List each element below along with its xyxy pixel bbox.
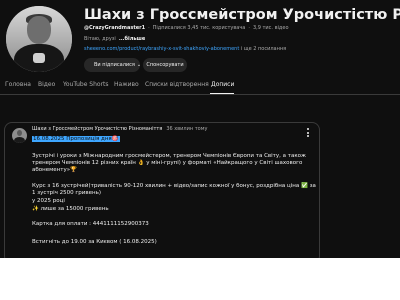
avatar-head <box>27 16 51 44</box>
channel-description[interactable]: Вітаю, друзі ...більше <box>84 36 145 42</box>
channel-title: Шахи з Гроссмейстром Урочистістю Різнома… <box>84 7 400 23</box>
post-author-avatar[interactable] <box>12 128 27 143</box>
sponsor-button[interactable]: Спонсорувати <box>143 58 187 72</box>
post-line: ✨ лише за 15000 гривень <box>32 206 109 212</box>
more-options-icon[interactable] <box>307 128 309 137</box>
post-title-highlight: 16.08.2025 Пропозиція дня🎯 <box>32 136 120 142</box>
tab-shorts[interactable]: YouTube Shorts <box>63 81 109 88</box>
active-tab-indicator <box>210 93 234 94</box>
post-line: Картка для оплати : 4441111152900373 <box>32 221 149 227</box>
subscriber-count: Підписалися 3,45 тис. користувача <box>152 25 246 31</box>
channel-links: sheeeno.com/product/raybrashiy-x-svit-sh… <box>84 46 286 52</box>
post-line: 1 зустріч 2500 гривень) <box>32 190 101 196</box>
post-line: Курс з 16 зустрічей(тривалість 90-120 хв… <box>32 183 316 189</box>
description-text: Вітаю, друзі <box>84 36 116 42</box>
subscribed-button[interactable]: Ви підписалися ⌄ <box>84 58 142 72</box>
community-post: Шахи з Гроссмейстром Урочистістю Різнома… <box>4 122 320 258</box>
channel-page: Шахи з Гроссмейстром Урочистістю Різнома… <box>0 0 400 258</box>
avatar-shirt-print <box>33 53 45 63</box>
tab-live[interactable]: Наживо <box>114 81 139 88</box>
subscribed-label: Ви підписалися <box>94 62 135 68</box>
post-timestamp[interactable]: 36 хвилин тому <box>162 126 207 132</box>
chevron-down-icon: ⌄ <box>136 62 142 68</box>
post-title: 16.08.2025 Пропозиція дня🎯 <box>32 136 120 143</box>
channel-link[interactable]: sheeeno.com/product/raybrashiy-x-svit-sh… <box>84 46 239 52</box>
tab-home[interactable]: Головна <box>5 81 31 88</box>
post-line: Зустрічі і уроки з Міжнародним гросмейст… <box>32 153 306 159</box>
post-author-name[interactable]: Шахи з Гроссмейстром Урочистістю Різнома… <box>32 126 162 132</box>
channel-tabs: Головна Відео YouTube Shorts Наживо Спис… <box>0 80 400 95</box>
channel-handle: @CrazyGrandmaster1 <box>84 25 146 31</box>
channel-meta: @CrazyGrandmaster1 · Підписалися 3,45 тис.… <box>84 25 289 31</box>
channel-avatar[interactable] <box>6 6 72 72</box>
post-line: абонементу»🏆 <box>32 167 77 173</box>
post-line: у 2025 році <box>32 198 65 204</box>
post-line: Встигніть до 19.00 за Києвом ( 16.08.202… <box>32 239 157 245</box>
post-header: Шахи з Гроссмейстром Урочистістю Різнома… <box>32 126 207 132</box>
tab-posts[interactable]: Дописи <box>211 81 234 88</box>
more-link[interactable]: ...більше <box>116 36 145 42</box>
tab-videos[interactable]: Відео <box>38 81 55 88</box>
post-line: тренером Чемпіонів 12 різних країн 👌 у м… <box>32 160 303 166</box>
video-count: 3,9 тис. відео <box>252 25 289 31</box>
more-links[interactable]: і ще 2 посилання <box>241 46 286 52</box>
tab-playlists[interactable]: Списки відтворення <box>145 81 209 88</box>
